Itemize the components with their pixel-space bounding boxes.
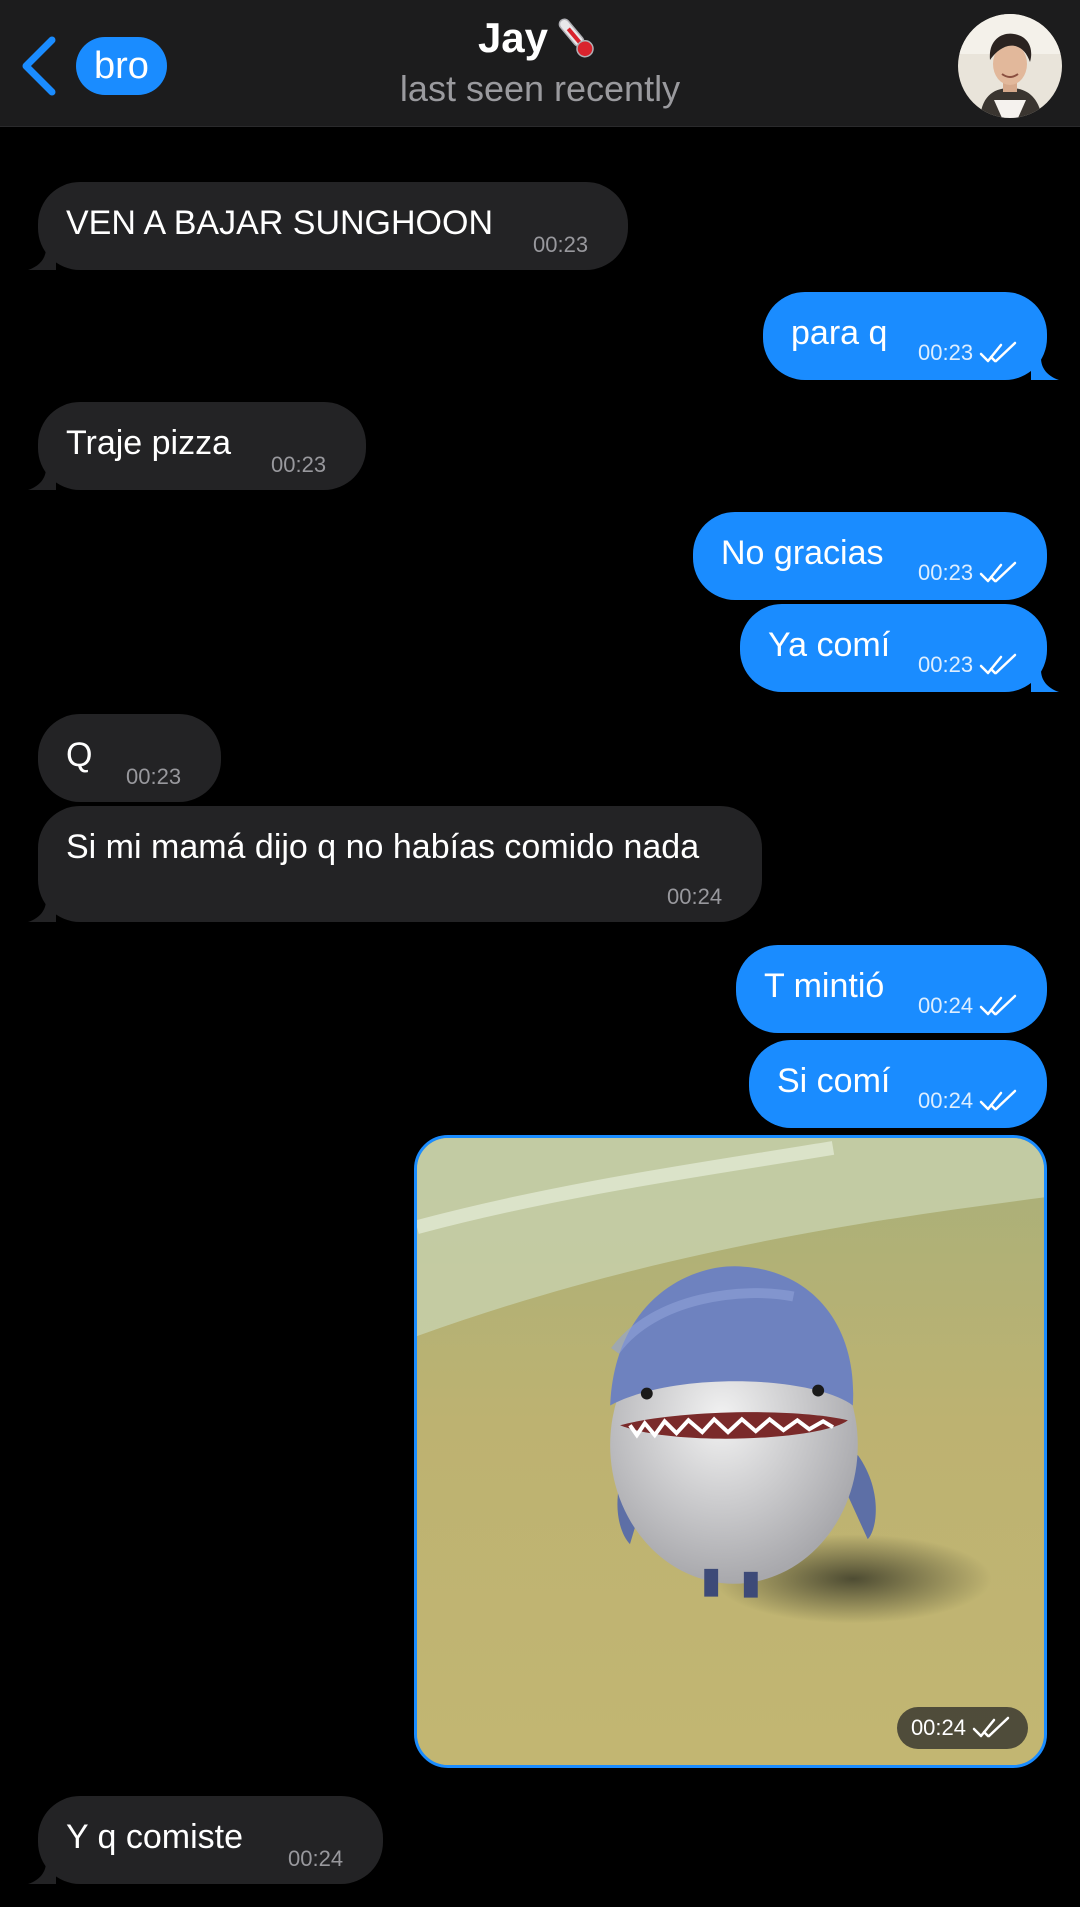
contact-status: last seen recently: [399, 68, 681, 109]
message-time: 00:23: [918, 560, 1021, 586]
message-text: T mintió: [764, 967, 885, 1005]
shark-photo-message[interactable]: 00:24: [414, 1135, 1047, 1768]
outgoing-message[interactable]: T mintió 00:24: [736, 945, 1047, 1033]
message-time: 00:23: [126, 764, 182, 789]
message-text: para q: [791, 314, 888, 352]
message-time: 00:24: [918, 1088, 1021, 1114]
double-check-icon: [979, 1089, 1017, 1111]
message-time: 00:23: [918, 652, 1021, 678]
double-check-icon: [979, 341, 1017, 363]
back-label[interactable]: bro: [76, 37, 167, 95]
double-check-icon: [979, 653, 1017, 675]
message-time: 00:23: [918, 340, 1021, 366]
double-check-icon: [972, 1716, 1010, 1738]
incoming-message[interactable]: Q 00:23: [38, 714, 221, 802]
double-check-icon: [979, 994, 1017, 1016]
chat-title-area[interactable]: Jay last seen recently: [280, 10, 800, 112]
message-text: No gracias: [721, 534, 884, 572]
message-time: 00:24: [667, 884, 723, 909]
incoming-message[interactable]: Si mi mamá dijo q no habías comido nada …: [28, 806, 762, 922]
thermometer-emoji-icon: [558, 18, 594, 58]
double-check-icon: [979, 561, 1017, 583]
bubble-tail: [28, 1862, 56, 1884]
message-time: 00:24: [918, 993, 1021, 1019]
bubble-tail: [1031, 358, 1059, 380]
message-text: Traje pizza: [66, 424, 232, 462]
bubble-tail: [28, 468, 56, 490]
message-text: Si mi mamá dijo q no habías comido nada: [66, 828, 700, 866]
contact-avatar[interactable]: [958, 14, 1062, 118]
photo-timestamp: 00:24: [896, 1707, 1028, 1749]
chat-header: bro Jay last seen recently: [0, 0, 1080, 127]
message-time: 00:23: [533, 232, 589, 257]
back-button[interactable]: bro: [18, 30, 178, 102]
message-text: Q: [66, 736, 93, 774]
message-text: Si comí: [777, 1062, 891, 1100]
chevron-left-icon: [22, 36, 56, 96]
outgoing-message[interactable]: No gracias 00:23: [693, 512, 1047, 600]
outgoing-message[interactable]: Si comí 00:24: [749, 1040, 1047, 1128]
shark-photo: [417, 1138, 1044, 1765]
outgoing-message[interactable]: Ya comí 00:23: [740, 604, 1059, 692]
message-time: 00:23: [271, 452, 327, 477]
message-text: Ya comí: [768, 626, 891, 664]
message-text: Y q comiste: [66, 1818, 244, 1856]
bubble-tail: [1031, 670, 1059, 692]
bubble-tail: [28, 900, 56, 922]
message-text: VEN A BAJAR SUNGHOON: [66, 204, 493, 242]
message-time: 00:24: [288, 1846, 344, 1871]
outgoing-message[interactable]: para q 00:23: [763, 292, 1059, 380]
incoming-message[interactable]: Y q comiste 00:24: [28, 1796, 383, 1884]
bubble-tail: [28, 248, 56, 270]
contact-name: Jay: [477, 14, 549, 61]
incoming-message[interactable]: Traje pizza 00:23: [28, 402, 366, 490]
incoming-message[interactable]: VEN A BAJAR SUNGHOON 00:23: [28, 182, 628, 270]
